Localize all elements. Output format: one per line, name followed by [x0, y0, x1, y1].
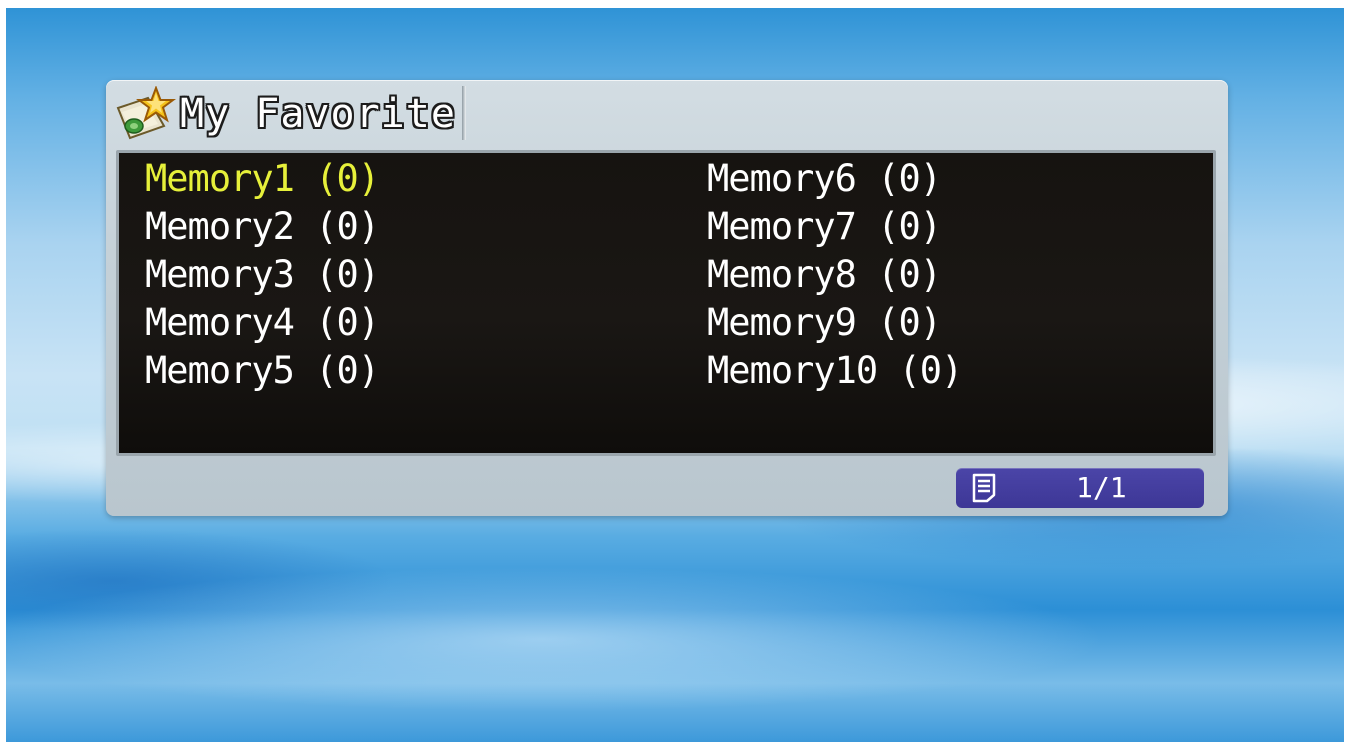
title-divider — [462, 86, 466, 140]
memory-item[interactable]: Memory8 (0) — [707, 251, 962, 299]
memory-item[interactable]: Memory10 (0) — [707, 347, 963, 395]
my-favorite-panel: My Favorite Memory1 (0) Memory2 (0) Memo… — [106, 80, 1228, 516]
page-counter: 1/1 — [1076, 471, 1127, 504]
page-list-icon — [972, 473, 996, 503]
memory-item[interactable]: Memory5 (0) — [145, 347, 380, 395]
memory-item[interactable]: Memory4 (0) — [145, 299, 380, 347]
memory-item[interactable]: Memory9 (0) — [707, 299, 962, 347]
memory-item-selected[interactable]: Memory1 (0) — [145, 155, 380, 203]
memory-list: Memory1 (0) Memory2 (0) Memory3 (0) Memo… — [116, 150, 1216, 456]
window-title: My Favorite — [180, 91, 456, 137]
title-bar: My Favorite — [106, 80, 1228, 148]
panel-footer: 1/1 — [116, 462, 1216, 508]
memory-item[interactable]: Memory6 (0) — [707, 155, 962, 203]
memory-item[interactable]: Memory2 (0) — [145, 203, 380, 251]
page-indicator: 1/1 — [956, 468, 1204, 508]
favorites-star-folder-icon — [116, 86, 176, 140]
memory-column-right: Memory6 (0) Memory7 (0) Memory8 (0) Memo… — [707, 155, 963, 395]
memory-item[interactable]: Memory7 (0) — [707, 203, 962, 251]
tv-screen: My Favorite Memory1 (0) Memory2 (0) Memo… — [6, 8, 1344, 742]
memory-item[interactable]: Memory3 (0) — [145, 251, 380, 299]
memory-column-left: Memory1 (0) Memory2 (0) Memory3 (0) Memo… — [145, 155, 380, 395]
